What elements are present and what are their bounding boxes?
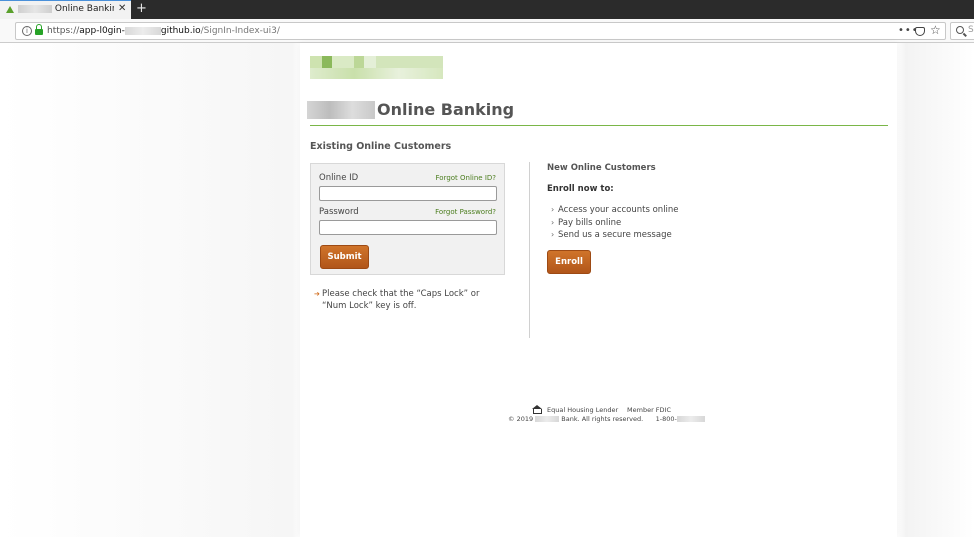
title-divider (310, 125, 888, 126)
list-item: Pay bills online (551, 217, 679, 230)
search-icon (956, 26, 964, 34)
pocket-icon[interactable] (915, 27, 925, 36)
submit-button[interactable]: Submit (320, 245, 369, 269)
browser-tab[interactable]: Online Banking ✕ (0, 0, 131, 19)
forgot-online-id-link[interactable]: Forgot Online ID? (436, 174, 496, 182)
rights-text: Bank. All rights reserved. (561, 415, 644, 423)
benefits-list: Access your accounts online Pay bills on… (551, 204, 679, 242)
existing-customers-heading: Existing Online Customers (310, 141, 452, 152)
info-icon[interactable]: i (22, 26, 32, 36)
copyright-line: © 2019 Bank. All rights reserved. 1-800- (508, 415, 705, 423)
phone-prefix: 1-800- (655, 415, 677, 423)
page-viewport: Online Banking Existing Online Customers… (0, 43, 974, 537)
member-fdic-text: Member FDIC (627, 406, 672, 414)
enroll-lead-text: Enroll now to: (547, 184, 614, 194)
list-item: Access your accounts online (551, 204, 679, 217)
url-host-prefix: app-l0gin- (79, 26, 125, 36)
login-form: Online ID Forgot Online ID? Password For… (310, 163, 505, 275)
tab-title: Online Banking (18, 4, 114, 14)
content-column: Online Banking Existing Online Customers… (300, 43, 897, 537)
search-placeholder: S (968, 25, 974, 35)
bookmark-star-icon[interactable]: ☆ (930, 23, 941, 37)
online-id-label: Online ID (319, 173, 359, 183)
arrow-icon: ➔ (314, 290, 320, 298)
equal-housing-lender-text: Equal Housing Lender (547, 406, 619, 414)
redacted-text (535, 416, 560, 422)
redacted-text (124, 26, 161, 35)
new-customers-heading: New Online Customers (547, 163, 656, 173)
new-tab-icon[interactable]: + (136, 1, 147, 16)
url-text[interactable]: https://app-l0gin-github.io/SignIn-Index… (47, 26, 280, 36)
redacted-text (18, 4, 52, 13)
search-box[interactable]: S (950, 22, 974, 40)
url-path: /SignIn-Index-ui3/ (200, 26, 280, 36)
browser-tab-bar: Online Banking ✕ + (0, 0, 974, 19)
page-title: Online Banking (377, 100, 515, 119)
enroll-button[interactable]: Enroll (547, 250, 591, 274)
address-bar[interactable]: i https://app-l0gin-github.io/SignIn-Ind… (15, 22, 946, 40)
redacted-text (676, 416, 705, 422)
copyright-year: © 2019 (508, 415, 534, 423)
forgot-password-link[interactable]: Forgot Password? (435, 208, 496, 216)
bank-logo[interactable] (310, 56, 443, 79)
navigation-toolbar: i https://app-l0gin-github.io/SignIn-Ind… (0, 19, 974, 43)
password-label: Password (319, 207, 359, 217)
online-id-input[interactable] (319, 186, 497, 201)
url-host-suffix: github.io (160, 26, 201, 36)
redacted-bank-name (307, 101, 375, 119)
list-item: Send us a secure message (551, 229, 679, 242)
close-tab-icon[interactable]: ✕ (118, 3, 126, 14)
column-divider (529, 162, 530, 338)
password-input[interactable] (319, 220, 497, 235)
lock-icon[interactable] (35, 24, 43, 35)
caps-lock-note: Please check that the “Caps Lock” or “Nu… (322, 289, 480, 311)
tab-title-text: Online Banking (54, 4, 114, 14)
equal-housing-icon (532, 405, 543, 414)
url-scheme: https:// (47, 26, 80, 36)
site-favicon-icon (6, 6, 14, 13)
